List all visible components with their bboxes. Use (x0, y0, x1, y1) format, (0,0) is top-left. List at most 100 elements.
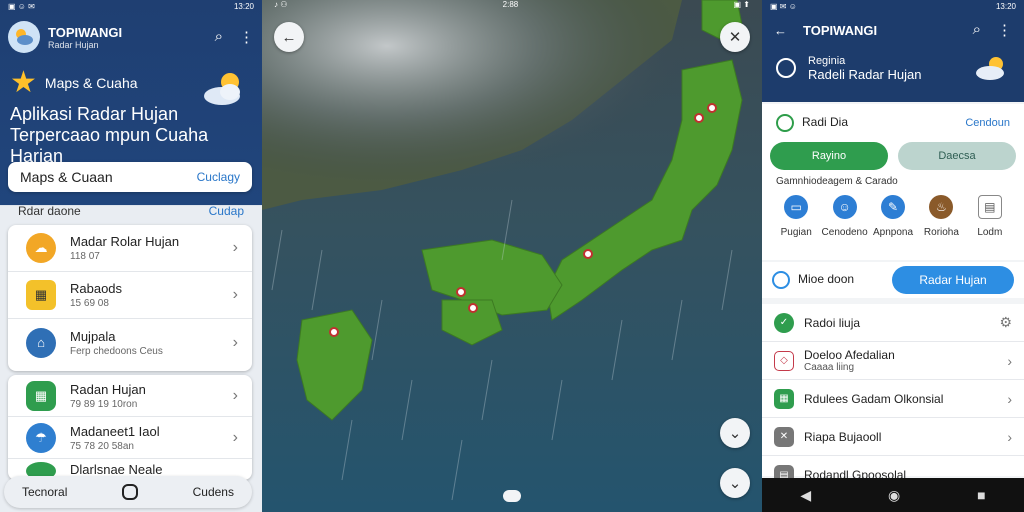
green-action-button[interactable]: Rayino (770, 142, 888, 170)
feature-item[interactable]: ✎ Apnpona (869, 195, 917, 238)
header-title: Radeli Radar Hujan (808, 66, 922, 82)
feature-item[interactable]: ▤ Lodm (966, 195, 1014, 238)
nav-back-icon[interactable]: ◀ (800, 487, 811, 504)
status-time: 13:20 (995, 1, 1016, 11)
app-header: TOPIWANGI Radar Hujan ⌕ ⋮ (0, 12, 262, 62)
expand-button[interactable]: ⌄ (720, 468, 750, 498)
search-icon[interactable]: ⌕ (973, 21, 981, 39)
zoom-down-button[interactable]: ⌄ (720, 418, 750, 448)
list-item[interactable]: ▦ Rabaods 15 69 08 › (8, 272, 252, 319)
item-sub: 75 78 20 58an (70, 440, 134, 452)
radar-list-card: ☁ Madar Rolar Hujan 118 07 › ▦ Rabaods 1… (8, 225, 252, 371)
promo-label: Maps & Cuaha (44, 75, 138, 91)
feature-label: Apnpona (872, 227, 914, 238)
radar-map-screen[interactable]: ♪ ⚇ 2:88 ▣ ⬆ ← ✕ ⌄ ⌄ (262, 0, 762, 512)
promo-headline: Aplikasi Radar Hujan Terpercaao mpun Cua… (10, 104, 209, 166)
list-item[interactable]: ▦ Rdulees Gadam Olkonsial › (762, 380, 1024, 418)
list-item[interactable]: ▦ Radan Hujan 79 89 19 10ron › (8, 375, 252, 417)
chevron-right-icon: › (1007, 428, 1012, 445)
feature-item[interactable]: ▭ Pugian (772, 195, 820, 238)
radar-settings-card: Radi Dia Cendoun Rayino Daecsa Gamnhiode… (762, 104, 1024, 260)
calendar-icon: ▦ (26, 280, 56, 310)
app-subtitle: Radar Hujan (48, 39, 99, 50)
back-button[interactable]: ← (274, 22, 304, 52)
list-item[interactable]: ✕ Riapa Bujaooll › (762, 418, 1024, 456)
more-menu-icon[interactable]: ⋮ (239, 28, 254, 46)
chevron-right-icon: › (232, 286, 238, 303)
calendar-icon: ▦ (774, 388, 794, 409)
section-link[interactable]: Cudap (209, 204, 244, 218)
pen-icon: ✎ (881, 195, 906, 219)
item-sub: 79 89 19 10ron (70, 398, 138, 410)
feature-label: Cenodeno (821, 227, 868, 238)
check-icon (776, 114, 794, 132)
check-icon: ✓ (774, 312, 794, 333)
list-item[interactable]: ◇ Doeloo Afedalian Caaaa liing › (762, 342, 1024, 380)
chevron-right-icon: › (1007, 352, 1012, 369)
app-header: ▣ ✉ ☺ 13:20 ← TOPIWANGI ⌕ ⋮ Reginia Rade… (762, 0, 1024, 102)
back-arrow-icon[interactable]: ← (774, 23, 787, 38)
feature-label: Rorioha (923, 227, 959, 238)
chevron-down-icon: ⌄ (728, 425, 742, 442)
section-header: Rdar daone Cudap (18, 204, 244, 218)
chevron-right-icon: › (232, 333, 238, 351)
tools-icon: ✕ (774, 426, 794, 447)
item-title: Mujpala (70, 328, 116, 344)
radar-map[interactable] (262, 0, 762, 512)
list-item[interactable]: ⌂ Mujpala Ferp chedoons Ceus › (8, 319, 252, 366)
bottom-right-button[interactable]: Cudens (193, 485, 234, 499)
alert-icon: ◇ (774, 350, 794, 371)
weather-cloud-icon (200, 68, 248, 113)
promo-banner: ★ Maps & Cuaha Aplikasi Radar Hujan Terp… (0, 62, 262, 166)
caption: Gamnhiodeagem & Carado (776, 176, 898, 187)
header-subtitle: Reginia (808, 54, 846, 67)
cloud-sun-icon: ☁ (26, 233, 56, 263)
map-tools-button[interactable]: ✕ (720, 22, 750, 52)
star-icon: ★ (10, 66, 37, 99)
item-title: Riapa Bujaooll (804, 429, 882, 444)
weather-cloud-icon (976, 57, 1004, 80)
right-screen: ▣ ✉ ☺ 13:20 ← TOPIWANGI ⌕ ⋮ Reginia Rade… (762, 0, 1024, 512)
tv-icon: ▭ (784, 195, 809, 219)
nav-home-icon[interactable]: ◉ (888, 487, 900, 504)
feature-label: Pugian (780, 227, 812, 238)
list-item[interactable]: ☁ Madar Rolar Hujan 118 07 › (8, 225, 252, 272)
radar-list-card-2: ▦ Radan Hujan 79 89 19 10ron › ☂ Madanee… (8, 375, 252, 480)
chevron-right-icon: › (1007, 390, 1012, 407)
item-sub: 15 69 08 (70, 298, 109, 309)
item-title: Madar Rolar Hujan (70, 234, 180, 249)
item-title: Doeloo Afedalian (804, 348, 895, 362)
person-icon: ☺ (832, 195, 857, 219)
mode-label: Mioe doon (798, 272, 855, 287)
system-nav-bar: ◀ ◉ ■ (762, 478, 1024, 512)
list-item[interactable]: ✓ Radoi liuja ⚙ (762, 304, 1024, 342)
location-icon: ⌂ (26, 327, 56, 358)
nav-recents-icon[interactable]: ■ (977, 487, 985, 503)
section-title: Rdar daone (18, 204, 81, 218)
bottom-left-button[interactable]: Tecnoral (22, 485, 67, 499)
item-title: Rabaods (70, 281, 123, 296)
feature-label: Lodm (977, 227, 1003, 238)
more-menu-icon[interactable]: ⋮ (997, 21, 1012, 39)
status-icons-right: ▣ ⬆ (733, 0, 750, 9)
status-icons-left: ▣ ✉ ☺ (770, 1, 797, 11)
flame-icon: ♨ (929, 195, 954, 219)
page-indicator[interactable] (503, 490, 521, 502)
chip-link[interactable]: Cendoun (965, 117, 1010, 129)
maps-tab-card[interactable]: Maps & Cuaan Cuclagy (8, 162, 252, 192)
status-icons-left: ♪ ⚇ (274, 0, 288, 9)
weather-icon: ☂ (26, 422, 56, 453)
secondary-action-button[interactable]: Daecsa (898, 142, 1016, 170)
radar-hujan-button[interactable]: Radar Hujan (892, 266, 1014, 294)
chevron-right-icon: › (232, 239, 238, 256)
status-icons-left: ▣ ☺ ✉ (8, 1, 35, 11)
search-icon[interactable]: ⌕ (215, 28, 223, 46)
list-item[interactable]: ☂ Madaneet1 Iaol 75 78 20 58an › (8, 417, 252, 459)
feature-icons: ▭ Pugian ☺ Cenodeno ✎ Apnpona ♨ Rorioha … (762, 191, 1024, 242)
map-icon: ▤ (977, 195, 1002, 219)
feature-item[interactable]: ♨ Rorioha (917, 195, 965, 238)
home-icon[interactable] (121, 484, 138, 500)
maps-tab-link[interactable]: Cuclagy (197, 170, 240, 184)
feature-item[interactable]: ☺ Cenodeno (820, 195, 868, 238)
item-sub: 118 07 (70, 251, 100, 262)
